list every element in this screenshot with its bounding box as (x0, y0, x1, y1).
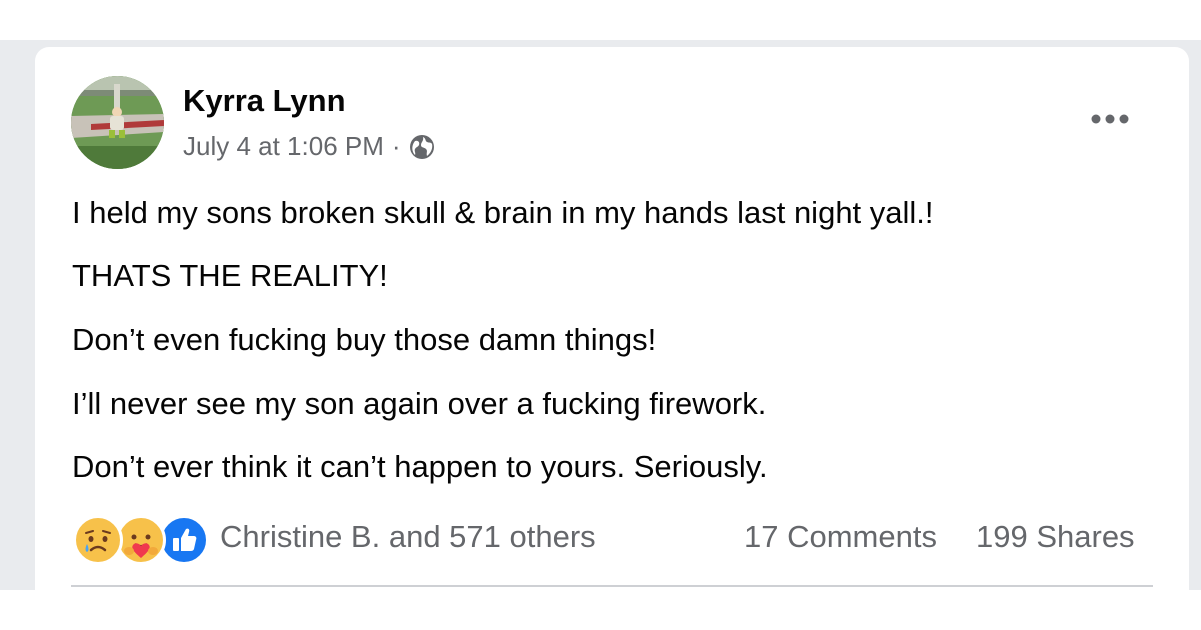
post-text-line: I’ll never see my son again over a fucki… (72, 386, 767, 421)
like-reaction-icon (159, 515, 209, 565)
more-options-icon[interactable] (1088, 106, 1132, 132)
care-reaction-icon (116, 515, 166, 565)
post-text-line: Don’t even fucking buy those damn things… (72, 322, 657, 357)
reaction-icons[interactable] (73, 515, 209, 565)
footer-divider (71, 585, 1153, 587)
post-text-line: Don’t ever think it can’t happen to your… (72, 449, 768, 484)
meta-separator: · (391, 131, 401, 161)
author-avatar[interactable] (71, 76, 164, 169)
post-timestamp[interactable]: July 4 at 1:06 PM (183, 131, 384, 162)
post-text-line: THATS THE REALITY! (72, 258, 388, 293)
reactions-summary[interactable]: Christine B. and 571 others (220, 519, 596, 555)
author-name[interactable]: Kyrra Lynn (183, 83, 346, 119)
post-meta: July 4 at 1:06 PM · (183, 131, 435, 162)
sad-reaction-icon (73, 515, 123, 565)
comments-count[interactable]: 17 Comments (744, 519, 937, 555)
page-bottom (0, 590, 1201, 630)
avatar-photo (71, 76, 164, 169)
post-text-line: I held my sons broken skull & brain in m… (72, 195, 934, 230)
globe-icon (409, 134, 435, 160)
shares-count[interactable]: 199 Shares (976, 519, 1135, 555)
